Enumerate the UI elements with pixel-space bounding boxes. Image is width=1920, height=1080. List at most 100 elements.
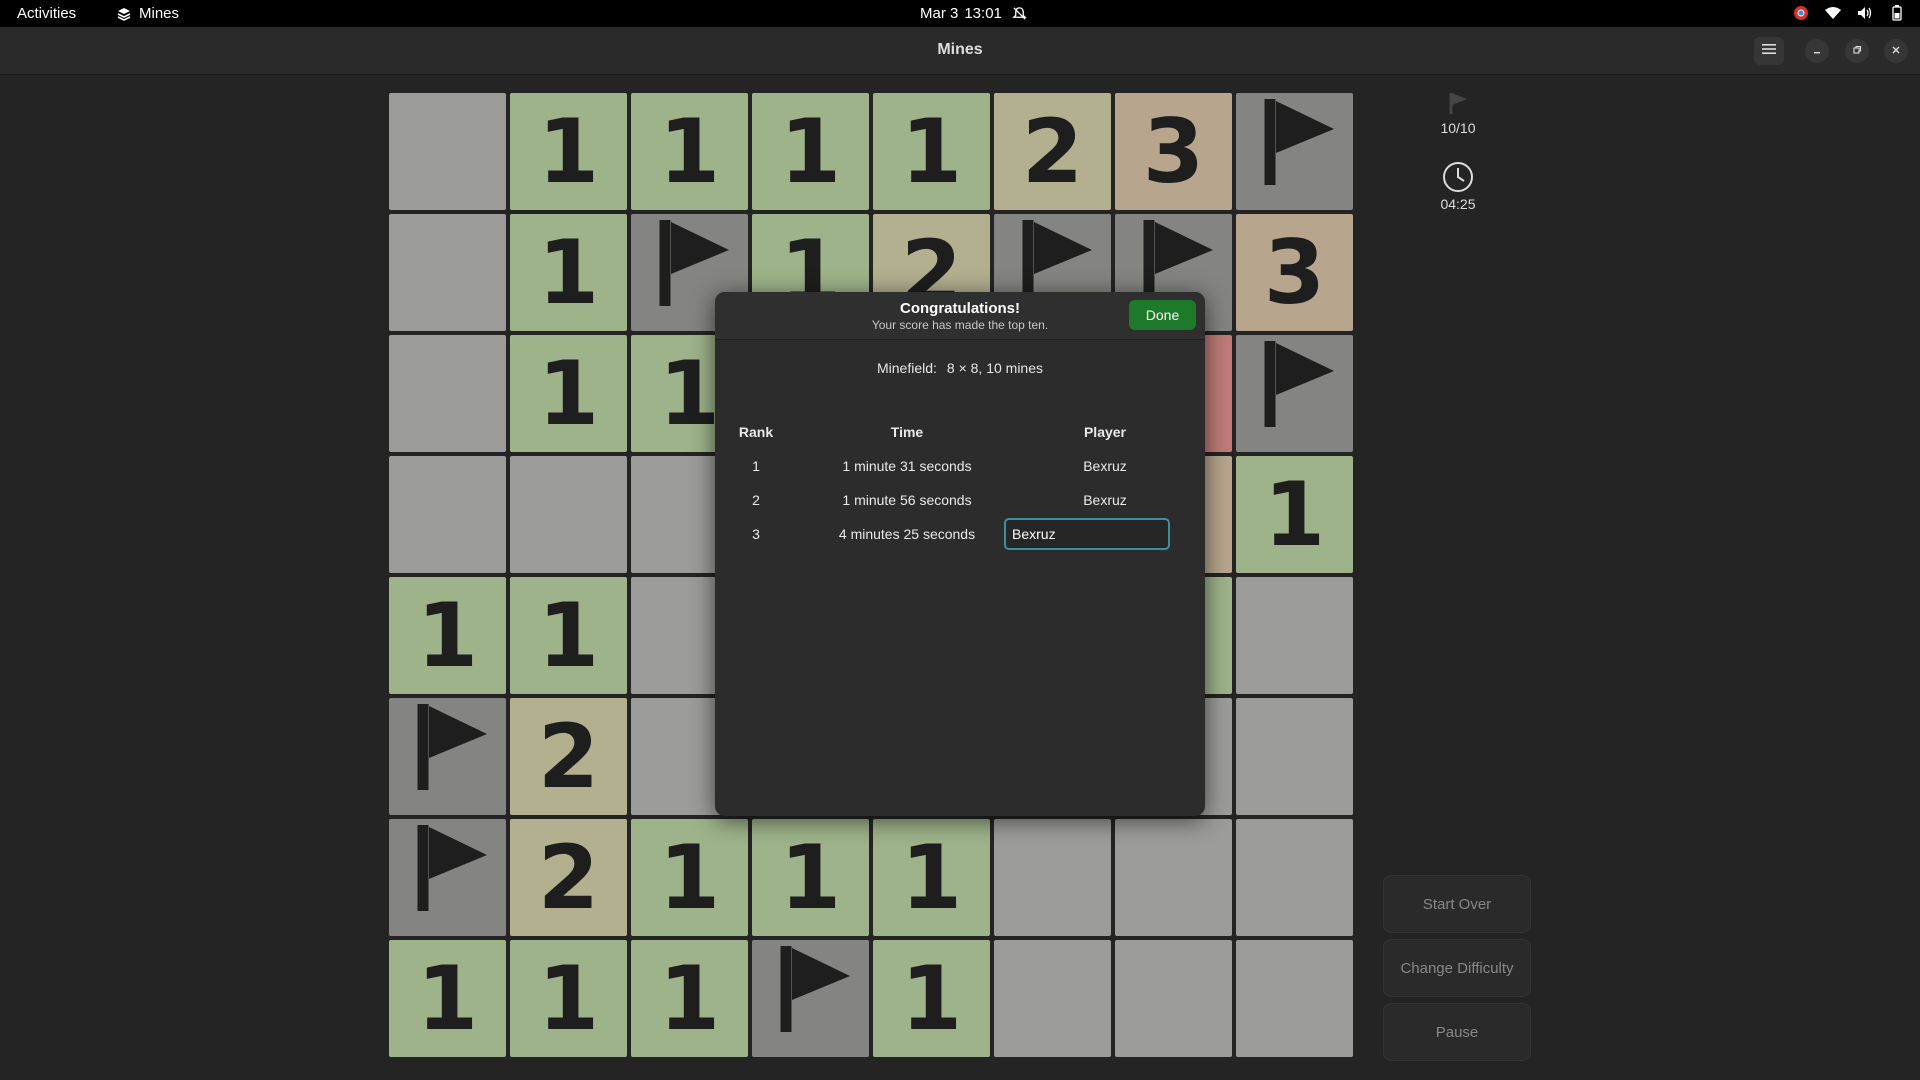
scores-table: Rank Time Player 1 1 minute 31 seconds B… <box>715 416 1205 552</box>
time-label: 13:01 <box>964 5 1002 22</box>
chrome-icon[interactable] <box>1792 4 1810 22</box>
minefield-label: Minefield: <box>876 360 937 376</box>
clock-button[interactable]: Mar 3 13:01 <box>920 5 1027 22</box>
system-tray[interactable] <box>1792 4 1906 22</box>
minimize-icon <box>1812 44 1822 58</box>
restore-icon <box>1852 44 1862 58</box>
minefield-info: Minefield: 8 × 8, 10 mines <box>715 360 1205 376</box>
board-cell[interactable] <box>389 335 506 452</box>
dialog-header: Congratulations! Your score has made the… <box>715 292 1205 340</box>
score-row: 2 1 minute 56 seconds Bexruz <box>715 484 1205 518</box>
battery-icon[interactable] <box>1888 4 1906 22</box>
wifi-icon[interactable] <box>1824 4 1842 22</box>
activities-button[interactable]: Activities <box>17 5 76 22</box>
start-over-button[interactable]: Start Over <box>1383 875 1531 933</box>
rank-header: Rank <box>738 424 774 440</box>
pause-button[interactable]: Pause <box>1383 1003 1531 1061</box>
number-cell[interactable]: 1 <box>752 93 869 210</box>
board-cell[interactable] <box>510 456 627 573</box>
flag-count: 10/10 <box>1440 120 1476 136</box>
board-cell[interactable] <box>1236 577 1353 694</box>
top-bar: Activities Mines Mar 3 13:01 <box>0 0 1920 27</box>
close-icon <box>1891 44 1901 58</box>
flag-icon <box>1250 333 1340 454</box>
number-cell[interactable]: 3 <box>1236 214 1353 331</box>
window-header: Mines <box>0 27 1920 75</box>
number-cell[interactable]: 2 <box>510 698 627 815</box>
scores-header-row: Rank Time Player <box>715 416 1205 450</box>
window-title: Mines <box>937 41 983 58</box>
close-button[interactable] <box>1884 39 1908 63</box>
number-cell[interactable]: 2 <box>510 819 627 936</box>
number-cell[interactable]: 1 <box>1236 456 1353 573</box>
number-cell[interactable]: 1 <box>389 940 506 1057</box>
score-rank: 1 <box>752 458 760 474</box>
flag-icon <box>766 938 856 1059</box>
number-cell[interactable]: 2 <box>994 93 1111 210</box>
number-cell[interactable]: 1 <box>510 93 627 210</box>
score-time: 1 minute 31 seconds <box>842 458 972 474</box>
board-cell[interactable] <box>1236 698 1353 815</box>
board-cell[interactable] <box>1236 819 1353 936</box>
board-cell[interactable] <box>1115 819 1232 936</box>
flag-icon <box>403 817 493 938</box>
minimize-button[interactable] <box>1805 39 1829 63</box>
score-time: 4 minutes 25 seconds <box>838 526 976 542</box>
score-player: Bexruz <box>1083 492 1127 508</box>
board-cell[interactable] <box>389 214 506 331</box>
app-menu-label: Mines <box>139 5 180 22</box>
number-cell[interactable]: 1 <box>873 819 990 936</box>
maximize-button[interactable] <box>1845 39 1869 63</box>
player-name-input[interactable] <box>1004 518 1170 550</box>
timer: 04:25 <box>1383 160 1533 212</box>
number-cell[interactable]: 3 <box>1115 93 1232 210</box>
scores-dialog: Congratulations! Your score has made the… <box>715 292 1205 816</box>
hamburger-icon <box>1762 42 1776 60</box>
flag-icon <box>403 696 493 817</box>
change-difficulty-button[interactable]: Change Difficulty <box>1383 939 1531 997</box>
volume-icon[interactable] <box>1856 4 1874 22</box>
flagged-cell[interactable] <box>389 698 506 815</box>
board-cell[interactable] <box>389 93 506 210</box>
number-cell[interactable]: 1 <box>510 214 627 331</box>
board-cell[interactable] <box>994 940 1111 1057</box>
flag-icon <box>1449 93 1467 114</box>
flagged-cell[interactable] <box>752 940 869 1057</box>
score-player: Bexruz <box>1083 458 1127 474</box>
number-cell[interactable]: 1 <box>752 819 869 936</box>
board-cell[interactable] <box>1115 940 1232 1057</box>
score-rank: 3 <box>752 526 760 542</box>
done-button[interactable]: Done <box>1129 300 1196 330</box>
clock-icon <box>1443 162 1473 192</box>
number-cell[interactable]: 1 <box>389 577 506 694</box>
flagged-cell[interactable] <box>389 819 506 936</box>
number-cell[interactable]: 1 <box>510 577 627 694</box>
board-cell[interactable] <box>1236 940 1353 1057</box>
number-cell[interactable]: 1 <box>510 335 627 452</box>
number-cell[interactable]: 1 <box>631 940 748 1057</box>
score-time: 1 minute 56 seconds <box>842 492 972 508</box>
mines-app-icon <box>117 7 131 21</box>
number-cell[interactable]: 1 <box>873 93 990 210</box>
elapsed-time: 04:25 <box>1440 196 1476 212</box>
board-cell[interactable] <box>994 819 1111 936</box>
number-cell[interactable]: 1 <box>510 940 627 1057</box>
flag-counter: 10/10 <box>1383 90 1533 136</box>
number-cell[interactable]: 1 <box>631 819 748 936</box>
time-header: Time <box>890 424 924 440</box>
score-rank: 2 <box>752 492 760 508</box>
flag-icon <box>1250 91 1340 212</box>
date-label: Mar 3 <box>920 5 959 22</box>
player-header: Player <box>1083 424 1127 440</box>
main-menu-button[interactable] <box>1754 37 1784 65</box>
board-cell[interactable] <box>389 456 506 573</box>
number-cell[interactable]: 1 <box>631 93 748 210</box>
score-row: 3 4 minutes 25 seconds <box>715 518 1205 552</box>
notifications-muted-icon <box>1012 6 1027 21</box>
flagged-cell[interactable] <box>1236 335 1353 452</box>
number-cell[interactable]: 1 <box>873 940 990 1057</box>
score-row: 1 1 minute 31 seconds Bexruz <box>715 450 1205 484</box>
flagged-cell[interactable] <box>1236 93 1353 210</box>
app-menu[interactable]: Mines <box>117 5 179 22</box>
minefield-value: 8 × 8, 10 mines <box>946 360 1044 376</box>
